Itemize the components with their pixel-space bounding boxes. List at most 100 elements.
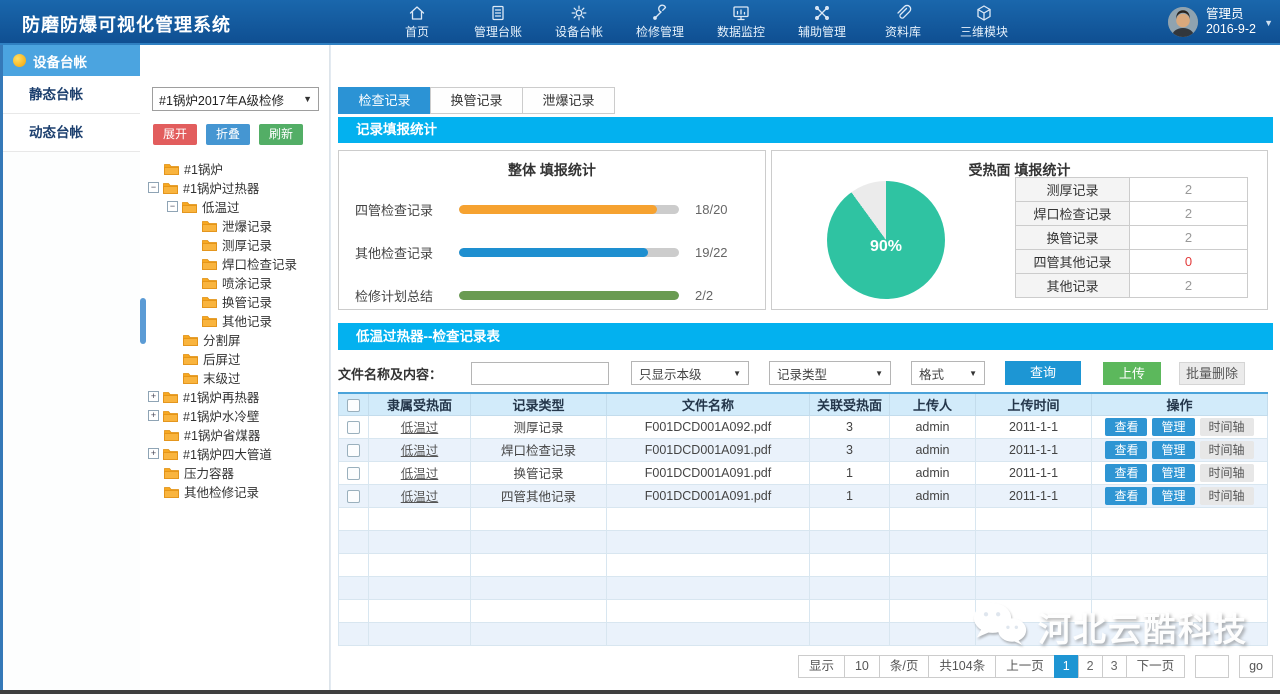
nav-label: 设备台帐 — [550, 23, 608, 40]
tree-node[interactable]: +#1锅炉水冷壁 — [140, 406, 329, 425]
tree-node[interactable]: #1锅炉省煤器 — [140, 425, 329, 444]
manage-button[interactable]: 管理 — [1152, 464, 1194, 482]
nav-item-monitor[interactable]: 数据监控 — [712, 3, 770, 40]
timeline-button[interactable]: 时间轴 — [1200, 441, 1254, 459]
upload-button[interactable]: 上传 — [1103, 362, 1161, 385]
tree-node[interactable]: 压力容器 — [140, 463, 329, 482]
nav-item-home[interactable]: 首页 — [388, 3, 446, 40]
tree-expand-button[interactable]: 展开 — [153, 124, 197, 145]
stat-bar-label: 四管检查记录 — [355, 200, 459, 219]
sidebar-item-1[interactable]: 静态台帐 — [3, 76, 140, 114]
row-checkbox[interactable] — [347, 421, 360, 434]
timeline-button[interactable]: 时间轴 — [1200, 464, 1254, 482]
tree-toggle-plus-icon[interactable]: + — [148, 448, 159, 459]
nav-item-library[interactable]: 资料库 — [874, 3, 932, 40]
surface-link[interactable]: 低温过 — [401, 490, 439, 504]
tree-node[interactable]: 其他检修记录 — [140, 482, 329, 501]
tree-node-label: 其他记录 — [222, 311, 272, 330]
tree-toggle-minus-icon[interactable]: − — [148, 182, 159, 193]
tree-node[interactable]: 焊口检查记录 — [140, 254, 329, 273]
tree-scrollbar-thumb[interactable] — [140, 298, 146, 344]
tab-3[interactable]: 泄爆记录 — [522, 87, 615, 114]
row-checkbox[interactable] — [347, 444, 360, 457]
empty-cell — [810, 599, 890, 622]
tree-node[interactable]: 后屏过 — [140, 349, 329, 368]
user-dropdown-caret[interactable]: ▼ — [1264, 18, 1273, 28]
nav-label: 资料库 — [874, 23, 932, 40]
table-row: 低温过换管记录F001DCD001A091.pdf1admin2011-1-1查… — [339, 461, 1268, 484]
manage-button[interactable]: 管理 — [1152, 418, 1194, 436]
go-button[interactable]: go — [1239, 655, 1273, 678]
empty-cell — [471, 599, 607, 622]
manage-button[interactable]: 管理 — [1152, 441, 1194, 459]
empty-cell — [339, 507, 369, 530]
page-number-2[interactable]: 2 — [1078, 655, 1103, 678]
surface-link[interactable]: 低温过 — [401, 467, 439, 481]
surface-link[interactable]: 低温过 — [401, 444, 439, 458]
page-jump-input[interactable] — [1195, 655, 1229, 678]
surface-link[interactable]: 低温过 — [401, 421, 439, 435]
page-display-label: 显示 — [798, 655, 845, 678]
tab-1[interactable]: 检查记录 — [338, 87, 431, 114]
view-button[interactable]: 查看 — [1105, 487, 1147, 505]
tab-2[interactable]: 换管记录 — [430, 87, 523, 114]
view-button[interactable]: 查看 — [1105, 464, 1147, 482]
filter-select-2[interactable]: 记录类型▼ — [769, 361, 891, 385]
select-all-checkbox[interactable] — [347, 399, 360, 412]
uploader-cell: admin — [890, 484, 976, 507]
tree-panel: #1锅炉2017年A级检修 ▼ 展开折叠刷新 #1锅炉−#1锅炉过热器−低温过泄… — [140, 45, 330, 690]
sidebar-item-2[interactable]: 动态台帐 — [3, 114, 140, 152]
page-number-3[interactable]: 3 — [1102, 655, 1127, 678]
tree-node[interactable]: 测厚记录 — [140, 235, 329, 254]
stat-bar-row: 检修计划总结2/2 — [355, 288, 749, 302]
tree-node[interactable]: 分割屏 — [140, 330, 329, 349]
file-name-cell: F001DCD001A091.pdf — [607, 484, 810, 507]
tree-node[interactable]: 其他记录 — [140, 311, 329, 330]
tree-node[interactable]: 末级过 — [140, 368, 329, 387]
filter-select-value: 只显示本级 — [639, 364, 702, 383]
row-checkbox[interactable] — [347, 490, 360, 503]
tree-collapse-button[interactable]: 折叠 — [206, 124, 250, 145]
tree-toggle-plus-icon[interactable]: + — [148, 391, 159, 402]
tree-node[interactable]: 喷涂记录 — [140, 273, 329, 292]
tree-node[interactable]: 换管记录 — [140, 292, 329, 311]
batch-delete-button[interactable]: 批量删除 — [1179, 362, 1245, 385]
tree-node[interactable]: #1锅炉 — [140, 159, 329, 178]
nav-item-ledger[interactable]: 管理台账 — [469, 3, 527, 40]
timeline-button[interactable]: 时间轴 — [1200, 418, 1254, 436]
nav-item-device[interactable]: 设备台帐 — [550, 3, 608, 40]
tree-node[interactable]: +#1锅炉再热器 — [140, 387, 329, 406]
tree-node[interactable]: −低温过 — [140, 197, 329, 216]
tree-node-label: 焊口检查记录 — [222, 254, 297, 273]
file-name-input[interactable] — [471, 362, 609, 385]
next-page-button[interactable]: 下一页 — [1126, 655, 1186, 678]
empty-cell — [1092, 530, 1268, 553]
nav-item-cube[interactable]: 三维模块 — [955, 3, 1013, 40]
surface-stat-label: 换管记录 — [1016, 226, 1130, 250]
surface-stats-title: 受热面 填报统计 — [772, 151, 1267, 180]
nav-item-assist[interactable]: 辅助管理 — [793, 3, 851, 40]
tree-node[interactable]: +#1锅炉四大管道 — [140, 444, 329, 463]
filter-select-1[interactable]: 只显示本级▼ — [631, 361, 749, 385]
tree-refresh-button[interactable]: 刷新 — [259, 124, 303, 145]
page-size-value[interactable]: 10 — [844, 655, 880, 678]
prev-page-button[interactable]: 上一页 — [995, 655, 1055, 678]
filter-select-3[interactable]: 格式▼ — [911, 361, 985, 385]
tree-node[interactable]: −#1锅炉过热器 — [140, 178, 329, 197]
manage-button[interactable]: 管理 — [1152, 487, 1194, 505]
view-button[interactable]: 查看 — [1105, 418, 1147, 436]
project-select[interactable]: #1锅炉2017年A级检修 ▼ — [152, 87, 319, 111]
view-button[interactable]: 查看 — [1105, 441, 1147, 459]
row-checkbox[interactable] — [347, 467, 360, 480]
tree-toggle-minus-icon[interactable]: − — [167, 201, 178, 212]
sidebar-header-device-ledger[interactable]: 设备台帐 — [3, 45, 140, 76]
paperclip-icon — [874, 3, 932, 23]
tree-node[interactable]: 泄爆记录 — [140, 216, 329, 235]
user-box[interactable]: 管理员 2016-9-2 — [1168, 7, 1256, 37]
tree-toggle-plus-icon[interactable]: + — [148, 410, 159, 421]
linked-count-cell: 1 — [810, 484, 890, 507]
timeline-button[interactable]: 时间轴 — [1200, 487, 1254, 505]
nav-item-repair[interactable]: 检修管理 — [631, 3, 689, 40]
page-number-1[interactable]: 1 — [1054, 655, 1079, 678]
search-button[interactable]: 查询 — [1005, 361, 1081, 385]
